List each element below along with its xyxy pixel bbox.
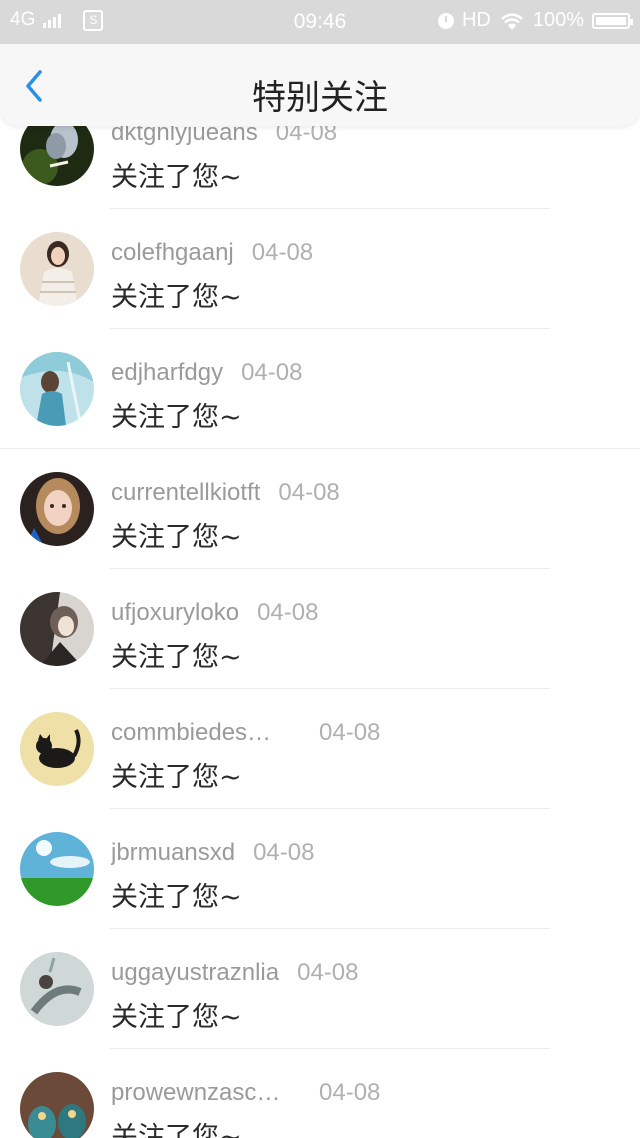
status-bar: 4G S 09:46 HD 100%: [0, 0, 640, 44]
floating-girl-avatar-image: [20, 952, 94, 1026]
battery-icon: [592, 12, 633, 29]
item-header: commbiedes… 04-08: [111, 719, 380, 747]
message: 关注了您~: [111, 402, 242, 433]
item-header: edjharfdgy 04-08: [111, 359, 302, 387]
wifi-icon: [500, 13, 523, 30]
item-header: colefhgaanj 04-08: [111, 239, 313, 267]
list-item[interactable]: ufjoxuryloko 04-08 关注了您~: [0, 569, 640, 689]
list-item[interactable]: currentellkiotft 04-08 关注了您~: [0, 449, 640, 569]
username[interactable]: colefhgaanj: [111, 239, 234, 267]
message: 关注了您~: [111, 882, 242, 913]
username[interactable]: ufjoxuryloko: [111, 599, 239, 627]
woman-portrait-avatar-image: [20, 472, 94, 546]
follow-list[interactable]: dktgnlyjueans 04-08 关注了您~ colefhgaanj 04…: [0, 126, 640, 1138]
avatar[interactable]: [20, 352, 94, 426]
nav-bar: 特别关注: [0, 44, 640, 126]
date: 04-08: [278, 479, 340, 506]
list-item[interactable]: jbrmuansxd 04-08 关注了您~: [0, 809, 640, 929]
item-header: jbrmuansxd 04-08: [111, 839, 314, 867]
message: 关注了您~: [111, 762, 242, 793]
list-item[interactable]: commbiedes… 04-08 关注了您~: [0, 689, 640, 809]
avatar[interactable]: [20, 832, 94, 906]
date: 04-08: [319, 719, 381, 746]
follow-list-inner: dktgnlyjueans 04-08 关注了您~ colefhgaanj 04…: [0, 126, 640, 1138]
item-header: uggayustraznlia 04-08: [111, 959, 359, 987]
username[interactable]: edjharfdgy: [111, 359, 223, 387]
username[interactable]: jbrmuansxd: [111, 839, 235, 867]
item-header: prowewnzasc… 04-08: [111, 1079, 380, 1107]
status-right: HD 100%: [437, 9, 633, 32]
list-item[interactable]: uggayustraznlia 04-08 关注了您~: [0, 929, 640, 1049]
battery-percent: 100%: [532, 9, 584, 31]
username[interactable]: prowewnzasc…: [111, 1079, 289, 1107]
page-title: 特别关注: [252, 78, 388, 118]
message: 关注了您~: [111, 1002, 242, 1033]
alarm-icon: [437, 12, 454, 29]
avatar[interactable]: [20, 952, 94, 1026]
avatar[interactable]: [20, 126, 94, 186]
avatar[interactable]: [20, 1072, 94, 1138]
girl-umbrella-avatar-image: [20, 352, 94, 426]
avatar[interactable]: [20, 712, 94, 786]
cat-avatar-image: [20, 712, 94, 786]
avatar[interactable]: [20, 472, 94, 546]
candle-jars-avatar-image: [20, 1072, 94, 1138]
list-item[interactable]: edjharfdgy 04-08 关注了您~: [0, 329, 640, 449]
list-item[interactable]: prowewnzasc… 04-08 关注了您~: [0, 1049, 640, 1138]
avatar[interactable]: [20, 592, 94, 666]
username[interactable]: dktgnlyjueans: [111, 126, 258, 147]
username[interactable]: currentellkiotft: [111, 479, 260, 507]
date: 04-08: [251, 239, 314, 266]
list-item[interactable]: colefhgaanj 04-08 关注了您~: [0, 209, 640, 329]
username[interactable]: uggayustraznlia: [111, 959, 279, 987]
item-header: ufjoxuryloko 04-08: [111, 599, 318, 627]
item-header: dktgnlyjueans 04-08: [111, 126, 337, 147]
date: 04-08: [275, 126, 338, 146]
message: 关注了您~: [111, 642, 242, 673]
couple-anime-avatar-image: [20, 592, 94, 666]
avatar[interactable]: [20, 232, 94, 306]
message: 关注了您~: [111, 282, 242, 313]
date: 04-08: [319, 1079, 381, 1106]
message: 关注了您~: [111, 522, 242, 553]
message: 关注了您~: [111, 1122, 242, 1138]
battery-fill: [596, 16, 626, 25]
date: 04-08: [297, 959, 359, 986]
date: 04-08: [257, 599, 319, 626]
butterfly-avatar-image: [20, 126, 94, 186]
list-item[interactable]: dktgnlyjueans 04-08 关注了您~: [0, 126, 640, 209]
hd-indicator: HD: [461, 9, 491, 31]
username[interactable]: commbiedes…: [111, 719, 289, 747]
date: 04-08: [241, 359, 303, 386]
message: 关注了您~: [111, 162, 242, 193]
date: 04-08: [253, 839, 315, 866]
landscape-avatar-image: [20, 832, 94, 906]
girl-avatar-image: [20, 232, 94, 306]
item-header: currentellkiotft 04-08: [111, 479, 340, 507]
